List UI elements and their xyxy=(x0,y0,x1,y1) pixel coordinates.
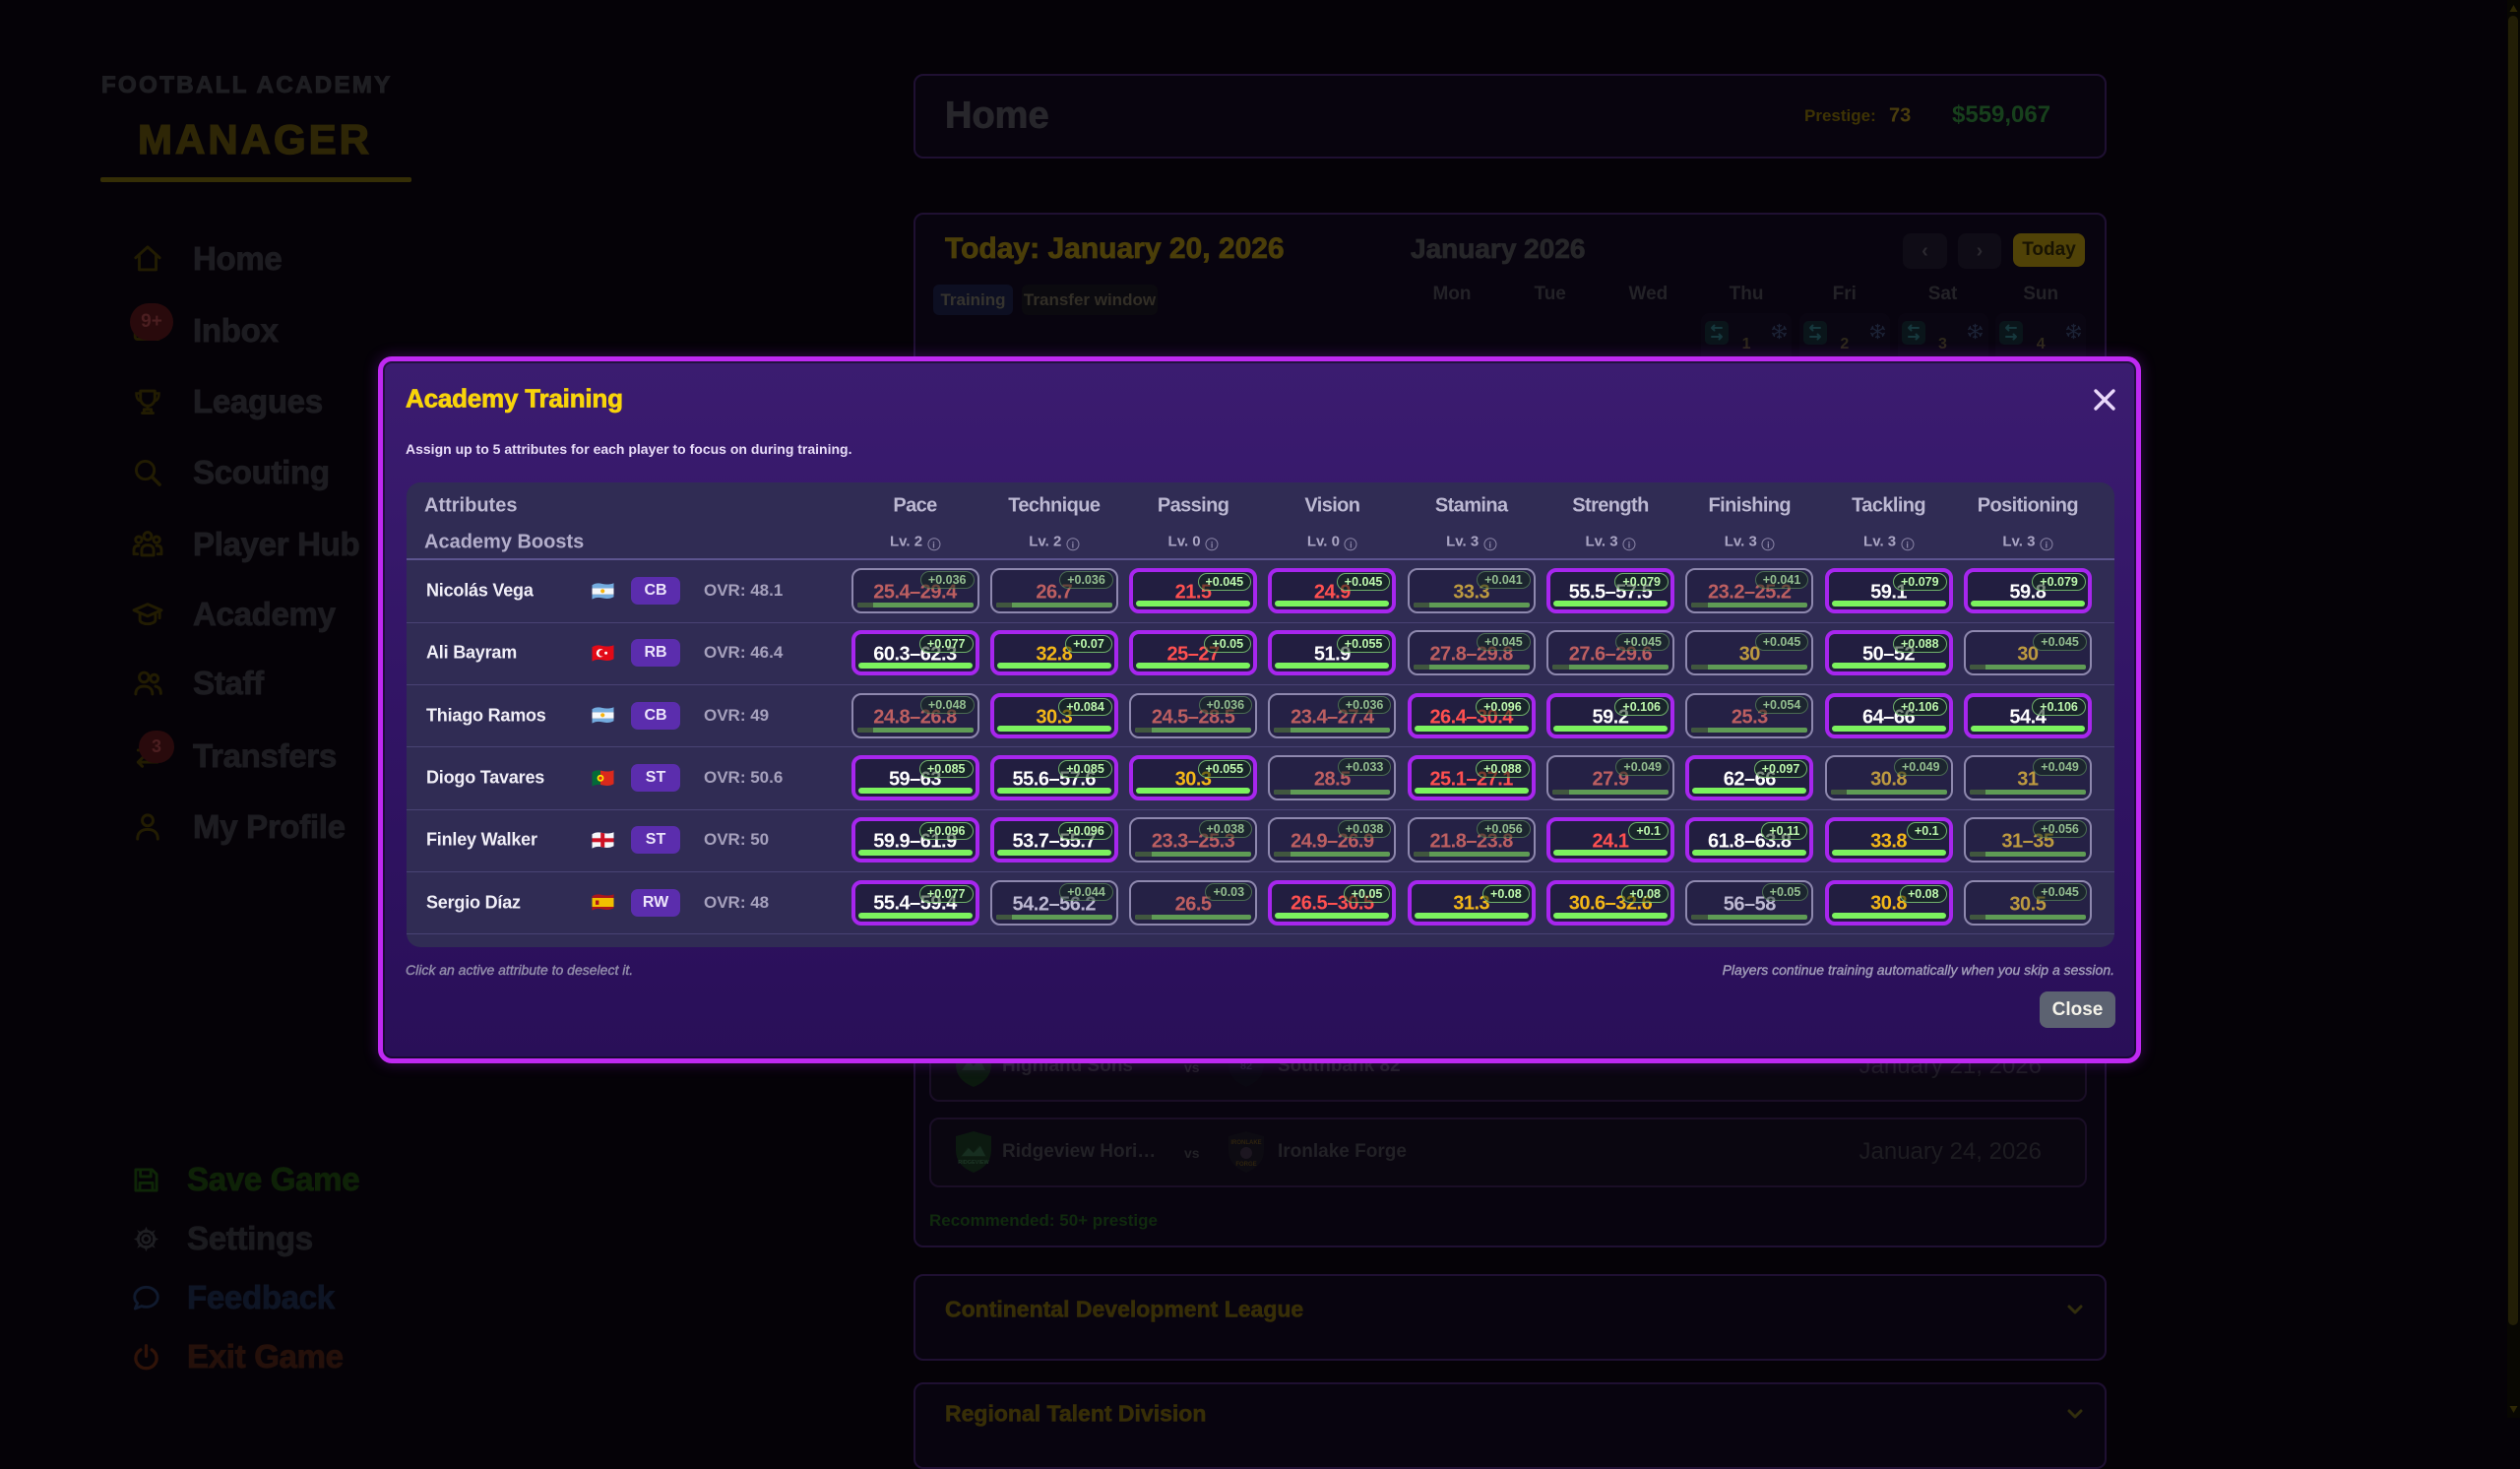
svg-text:FORGE: FORGE xyxy=(1235,1162,1256,1168)
svg-text:IRONLAKE: IRONLAKE xyxy=(1230,1140,1261,1146)
svg-text:RIDGEVIEW: RIDGEVIEW xyxy=(958,1160,989,1166)
